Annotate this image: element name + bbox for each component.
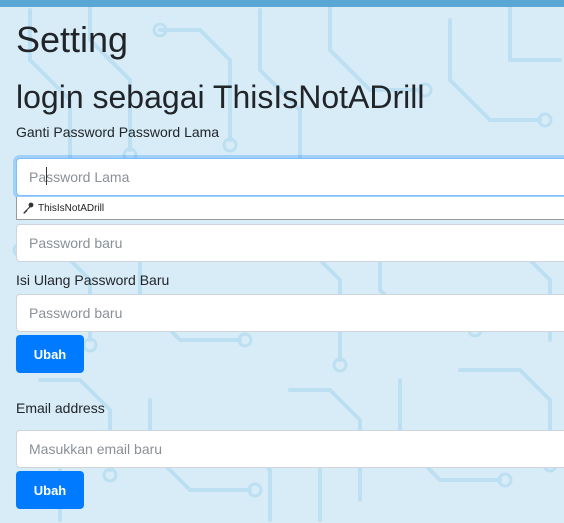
old-password-input[interactable]	[16, 158, 564, 196]
change-email-button[interactable]: Ubah	[16, 471, 84, 509]
page-title: Setting	[16, 19, 129, 60]
top-accent-bar	[0, 0, 564, 7]
logged-in-user-heading: login sebagai ThisIsNotADrill	[16, 79, 425, 115]
key-icon	[22, 202, 34, 214]
repeat-password-input[interactable]	[16, 294, 564, 332]
change-password-button[interactable]: Ubah	[16, 335, 84, 373]
repeat-password-label: Isi Ulang Password Baru	[16, 272, 170, 288]
new-password-input[interactable]	[16, 224, 564, 262]
autofill-suggestion[interactable]: ThisIsNotADrill	[16, 197, 564, 220]
old-password-label: Ganti Password Password Lama	[16, 124, 220, 140]
email-input[interactable]	[16, 430, 564, 468]
autofill-username: ThisIsNotADrill	[38, 202, 105, 214]
text-caret	[46, 167, 47, 185]
email-label: Email address	[16, 400, 105, 416]
